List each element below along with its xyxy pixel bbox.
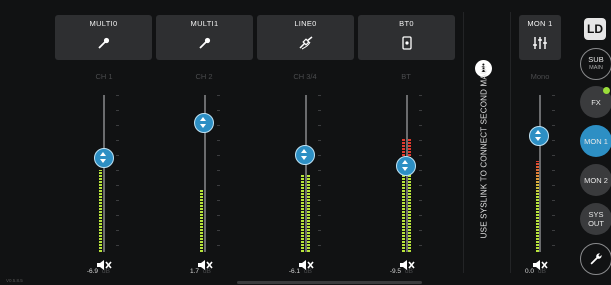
source-label: BT0 (399, 19, 414, 28)
source-button-multi0[interactable]: MULTI0 (55, 15, 152, 60)
channel-name: CH 3/4 (293, 72, 317, 81)
divider (510, 12, 511, 273)
source-label: LINE0 (294, 19, 317, 28)
mute-icon[interactable] (532, 258, 548, 270)
source-label: MULTI1 (190, 19, 219, 28)
mon2-button[interactable]: MON 2 (580, 164, 611, 196)
mon-strip-label: MON 1 (527, 19, 553, 28)
mon2-label: MON 2 (584, 175, 608, 185)
sys-out-button[interactable]: SYS OUT (580, 203, 611, 235)
level-meter-left (301, 173, 304, 252)
sub-main-button[interactable]: SUB MAIN (580, 48, 611, 80)
level-meter (536, 160, 539, 252)
fader-scale (552, 95, 555, 252)
wrench-icon (590, 253, 602, 265)
fader-track[interactable] (539, 95, 541, 252)
microphone-icon (55, 36, 152, 55)
level-meter (200, 189, 203, 252)
phone-icon (358, 36, 455, 55)
horizontal-scrollbar[interactable] (237, 281, 422, 284)
channel-name: CH 1 (95, 72, 113, 81)
mon1-button[interactable]: MON 1 (580, 125, 611, 157)
fader-knob[interactable] (396, 155, 416, 176)
channel-name: CH 2 (195, 72, 213, 81)
cable-icon (257, 36, 354, 55)
mute-icon[interactable] (399, 258, 415, 270)
fader-knob[interactable] (295, 144, 315, 165)
fx-label: FX (591, 97, 601, 107)
version-label: V0.5.8.5 (6, 278, 23, 283)
mon1-label: MON 1 (584, 136, 608, 146)
sys-label: SYS (588, 210, 604, 219)
fader-knob[interactable] (529, 125, 549, 146)
fader-track[interactable] (103, 95, 105, 252)
fader-knob[interactable] (194, 113, 214, 134)
divider (463, 12, 464, 273)
ld-logo: LD (584, 18, 606, 40)
microphone-icon (156, 36, 253, 55)
source-button-multi1[interactable]: MULTI1 (156, 15, 253, 60)
mute-icon[interactable] (298, 258, 314, 270)
source-button-bt0[interactable]: BT0 (358, 15, 455, 60)
fader-scale (419, 95, 422, 252)
fader-knob[interactable] (94, 147, 114, 168)
eq-sliders-icon (519, 36, 561, 55)
mute-icon[interactable] (197, 258, 213, 270)
fx-status-dot (603, 87, 610, 94)
settings-wrench-button[interactable] (580, 243, 611, 275)
level-meter (99, 170, 102, 252)
fader-scale (217, 95, 220, 252)
syslink-message: USE SYSLINK TO CONNECT SECOND MAUI (479, 65, 489, 239)
sub-label: SUB (588, 55, 604, 64)
channel-name: BT (401, 72, 411, 81)
level-meter-right (307, 173, 310, 252)
out-label: OUT (588, 219, 604, 228)
mute-icon[interactable] (96, 258, 112, 270)
mon-strip-button[interactable]: MON 1 (519, 15, 561, 60)
source-button-line0[interactable]: LINE0 (257, 15, 354, 60)
channel-name: Mono (530, 72, 550, 81)
source-label: MULTI0 (89, 19, 118, 28)
fader-scale (318, 95, 321, 252)
fader-scale (116, 95, 119, 252)
main-label: MAIN (589, 65, 603, 71)
